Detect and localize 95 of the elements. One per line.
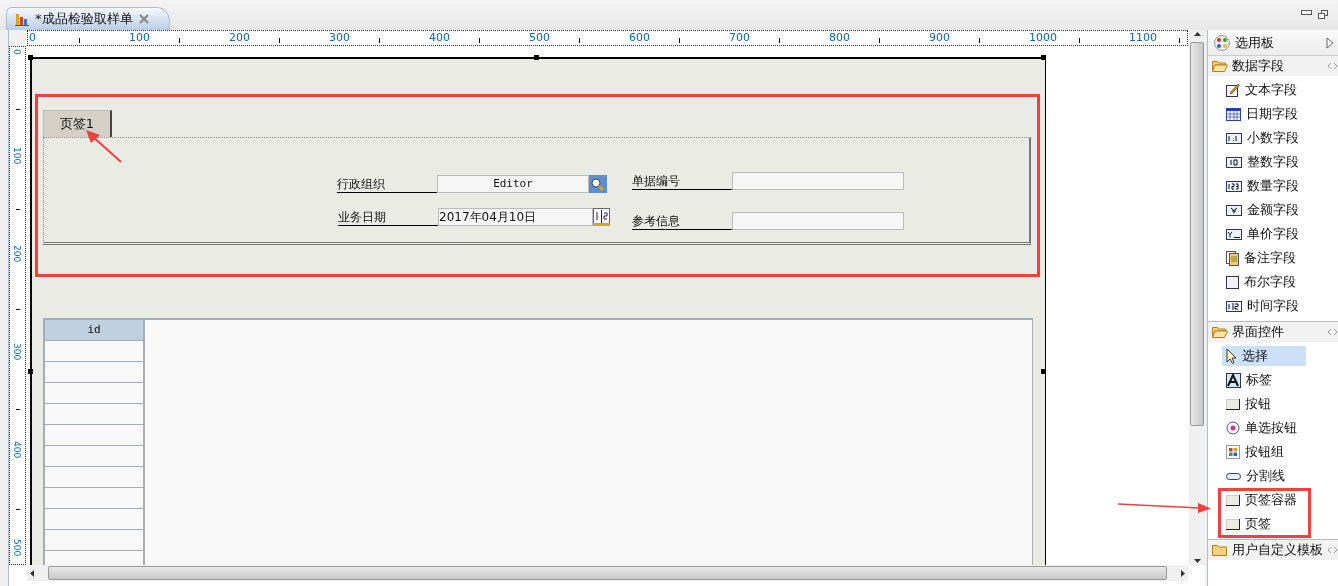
palette-item[interactable]: 整数字段 — [1222, 152, 1306, 172]
ruler-label: 0 — [11, 49, 23, 55]
palette-item[interactable]: 分割线 — [1222, 466, 1306, 486]
scroll-thumb[interactable] — [1190, 42, 1204, 426]
field-icon — [1226, 156, 1242, 168]
ruler-label: 300 — [11, 343, 23, 361]
resize-handle[interactable] — [1041, 55, 1046, 60]
ruler-label: 800 — [829, 31, 850, 44]
palette-item[interactable]: 金额字段 — [1222, 200, 1306, 220]
ruler-label: 100 — [129, 31, 150, 44]
search-icon[interactable] — [589, 175, 607, 193]
scroll-down-icon[interactable] — [1193, 559, 1201, 563]
pointer-icon — [1226, 348, 1237, 364]
minimize-icon[interactable] — [1301, 10, 1312, 16]
ruler-label: 500 — [11, 539, 23, 557]
palette-item[interactable]: 时间字段 — [1222, 296, 1306, 316]
palette-item[interactable]: 单选按钮 — [1222, 418, 1306, 438]
input-field[interactable] — [732, 212, 904, 230]
column-header[interactable]: id — [45, 320, 143, 340]
palette-section-header[interactable]: 用户自定义模板 — [1208, 540, 1338, 560]
palette-item[interactable]: 数量字段 — [1222, 176, 1306, 196]
folder-icon — [1212, 60, 1228, 72]
restore-icon[interactable] — [1318, 10, 1328, 19]
resize-handle[interactable] — [1041, 369, 1046, 374]
collapse-icon[interactable] — [1327, 328, 1338, 336]
scroll-up-icon[interactable] — [1193, 32, 1201, 36]
checkbox-icon — [1226, 275, 1239, 289]
horizontal-scrollbar[interactable] — [27, 565, 1188, 581]
palette-item[interactable]: 选择 — [1222, 346, 1306, 366]
palette-section-header[interactable]: 界面控件 — [1208, 322, 1338, 342]
folder-icon — [1212, 326, 1228, 338]
ruler-label: 0 — [29, 31, 36, 44]
vertical-scrollbar[interactable] — [1189, 30, 1205, 565]
ruler-label: 300 — [329, 31, 350, 44]
ruler-label: 200 — [229, 31, 250, 44]
bar-chart-icon — [15, 12, 29, 26]
resize-handle[interactable] — [28, 369, 33, 374]
folder-icon — [1212, 544, 1228, 556]
grid-icon — [1226, 445, 1240, 459]
calendar-icon[interactable] — [593, 208, 610, 226]
resize-handle[interactable] — [28, 55, 33, 60]
expand-icon[interactable] — [1326, 36, 1334, 49]
radio-icon — [1226, 421, 1240, 435]
field-icon — [1226, 300, 1242, 312]
palette-icon — [1214, 34, 1230, 51]
palette-item[interactable]: 文本字段 — [1222, 80, 1306, 100]
palette-item[interactable]: 按钮 — [1222, 394, 1306, 414]
button-icon — [1226, 494, 1240, 506]
editor-tab-title: *成品检验取样单 — [35, 10, 133, 28]
annotation-arrow — [84, 128, 124, 164]
ruler-corner — [9, 30, 26, 46]
ruler-label: 1000 — [1029, 31, 1057, 44]
ruler-label: 400 — [429, 31, 450, 44]
palette-item[interactable]: 单价字段 — [1222, 224, 1306, 244]
field-icon — [1226, 132, 1242, 144]
resize-handle[interactable] — [534, 55, 539, 60]
separator-icon — [1226, 472, 1241, 480]
palette-item[interactable]: 小数字段 — [1222, 128, 1306, 148]
button-icon — [1226, 398, 1240, 410]
palette-title: 选用板 — [1235, 33, 1275, 52]
palette-section-header[interactable]: 数据字段 — [1208, 56, 1338, 76]
ruler-label: 700 — [729, 31, 750, 44]
document-icon — [1226, 250, 1239, 266]
ruler-label: 100 — [11, 147, 23, 165]
palette-item[interactable]: 页签容器 — [1222, 490, 1306, 510]
palette-item[interactable]: 按钮组 — [1222, 442, 1306, 462]
calendar-icon — [1226, 107, 1241, 121]
palette-item[interactable]: 备注字段 — [1222, 248, 1306, 268]
field-icon — [1226, 204, 1242, 216]
field-icon — [1226, 228, 1242, 240]
collapse-icon[interactable] — [1327, 62, 1338, 70]
button-icon — [1226, 518, 1240, 530]
input-field[interactable] — [732, 172, 904, 190]
palette-item[interactable]: 标签 — [1222, 370, 1306, 390]
letter-a-icon — [1226, 372, 1241, 388]
pencil-icon — [1226, 83, 1240, 97]
palette-item[interactable]: 日期字段 — [1222, 104, 1306, 124]
editor-tab[interactable]: *成品检验取样单 — [6, 7, 170, 30]
input-field[interactable]: Editor — [437, 175, 589, 193]
ruler-label: 900 — [929, 31, 950, 44]
collapse-icon[interactable] — [1327, 546, 1338, 554]
scroll-thumb[interactable] — [48, 566, 1167, 580]
ruler-label: 500 — [529, 31, 550, 44]
form-tab[interactable]: 页签1 — [43, 110, 112, 137]
input-field[interactable]: 2017年04月10日 — [438, 208, 593, 226]
close-icon[interactable] — [138, 14, 149, 24]
scroll-left-icon[interactable] — [30, 569, 34, 577]
field-icon — [1226, 180, 1242, 192]
ruler-label: 400 — [11, 441, 23, 459]
ruler-label: 200 — [11, 245, 23, 263]
ruler-label: 1100 — [1129, 31, 1157, 44]
palette-item[interactable]: 页签 — [1222, 514, 1306, 534]
ruler-label: 600 — [629, 31, 650, 44]
scroll-right-icon[interactable] — [1181, 569, 1185, 577]
palette-item[interactable]: 布尔字段 — [1222, 272, 1306, 292]
